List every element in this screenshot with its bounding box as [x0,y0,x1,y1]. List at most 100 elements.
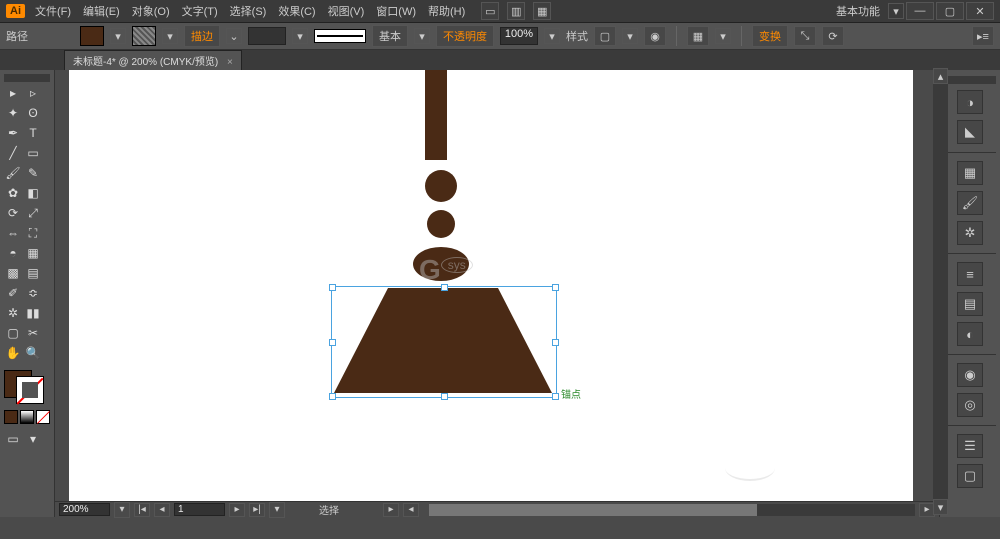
handle-bot-right[interactable] [552,393,559,400]
close-tab-icon[interactable]: × [227,57,233,68]
free-transform-tool-icon[interactable]: ⛶ [24,224,42,242]
handle-mid-left[interactable] [329,339,336,346]
next-artboard-icon[interactable]: ▸ [229,503,245,517]
style-dd-icon[interactable]: ▾ [622,28,638,44]
shape-circle-1[interactable] [425,170,457,202]
arrange-icon[interactable]: ▥ [507,2,525,20]
align-icon[interactable]: ▦ [687,26,709,46]
handle-bot-left[interactable] [329,393,336,400]
fill-swatch[interactable] [80,26,104,46]
graph-tool-icon[interactable]: ▮▮ [24,304,42,322]
last-artboard-icon[interactable]: ▸| [249,503,265,517]
stroke-label[interactable]: 描边 [184,25,220,47]
stroke-panel-icon[interactable]: ≡ [957,262,983,286]
stroke-dropdown-icon[interactable]: ▾ [162,28,178,44]
recolor-icon[interactable]: ◉ [644,26,666,46]
shape-builder-tool-icon[interactable]: ◓ [4,244,22,262]
paintbrush-tool-icon[interactable]: 🖌 [4,164,22,182]
blob-brush-tool-icon[interactable]: ✿ [4,184,22,202]
width-tool-icon[interactable]: ⇔ [4,224,22,242]
change-screen-icon[interactable]: ▾ [24,430,42,448]
appearance-panel-icon[interactable]: ◉ [957,363,983,387]
eyedropper-tool-icon[interactable]: ✐ [4,284,22,302]
handle-top-right[interactable] [552,284,559,291]
transform-icon-1[interactable]: ⤡ [794,26,816,46]
handle-bot-mid[interactable] [441,393,448,400]
handle-top-mid[interactable] [441,284,448,291]
stroke-weight-icon[interactable]: ⌄ [226,28,242,44]
panel-menu-icon[interactable]: ▸≡ [972,26,994,46]
canvas[interactable]: 锚点 Gsys [55,70,939,501]
hscroll-left-icon[interactable]: ◂ [403,503,419,517]
workspace-dropdown-icon[interactable]: ▾ [888,3,904,19]
hscroll-track[interactable] [429,504,915,516]
stroke-weight-input[interactable] [248,27,286,45]
menu-view[interactable]: 视图(V) [328,3,365,19]
brush-dd-icon[interactable]: ▾ [414,28,430,44]
shape-circle-2[interactable] [427,210,455,238]
gradient-panel-icon[interactable]: ▤ [957,292,983,316]
prev-artboard-icon[interactable]: ◂ [154,503,170,517]
hscroll-thumb[interactable] [429,504,757,516]
eraser-tool-icon[interactable]: ◧ [24,184,42,202]
menu-help[interactable]: 帮助(H) [428,3,465,19]
color-panel-icon[interactable]: ◑ [957,90,983,114]
zoom-dd-icon[interactable]: ▾ [114,502,130,518]
perspective-tool-icon[interactable]: ▦ [24,244,42,262]
artboard-tool-icon[interactable]: ▢ [4,324,22,342]
opacity-label[interactable]: 不透明度 [436,25,494,47]
swatches-panel-icon[interactable]: ▦ [957,161,983,185]
stroke-weight-stepper-icon[interactable]: ▾ [292,28,308,44]
menu-window[interactable]: 窗口(W) [376,3,416,19]
stroke-profile-preview[interactable] [314,29,366,43]
menu-file[interactable]: 文件(F) [35,3,71,19]
pencil-tool-icon[interactable]: ✎ [24,164,42,182]
line-tool-icon[interactable]: ╱ [4,144,22,162]
stroke-swatch[interactable] [132,26,156,46]
fill-dropdown-icon[interactable]: ▾ [110,28,126,44]
blend-tool-icon[interactable]: ≎ [24,284,42,302]
layout-icon[interactable]: ▭ [481,2,499,20]
vscroll-down-icon[interactable]: ▾ [933,499,948,515]
menu-object[interactable]: 对象(O) [132,3,170,19]
screen-mode-icon[interactable]: ▭ [4,430,22,448]
menu-type[interactable]: 文字(T) [182,3,218,19]
status-dd-icon[interactable]: ▸ [383,503,399,517]
maximize-button[interactable]: ▢ [936,2,964,20]
shape-rectangle[interactable] [425,70,447,160]
align-dd-icon[interactable]: ▾ [715,28,731,44]
graphic-styles-panel-icon[interactable]: ◎ [957,393,983,417]
graphic-style-swatch[interactable]: ▢ [594,26,616,46]
artboard-number-input[interactable]: 1 [174,503,225,516]
close-button[interactable]: ✕ [966,2,994,20]
hand-tool-icon[interactable]: ✋ [4,344,22,362]
vscroll-track[interactable] [933,84,948,499]
mesh-tool-icon[interactable]: ▩ [4,264,22,282]
minimize-button[interactable]: — [906,2,934,20]
layers-panel-icon[interactable]: ☰ [957,434,983,458]
type-tool-icon[interactable]: T [24,124,42,142]
symbols-panel-icon[interactable]: ✲ [957,221,983,245]
first-artboard-icon[interactable]: |◂ [134,503,150,517]
artboards-panel-icon[interactable]: ▢ [957,464,983,488]
rotate-tool-icon[interactable]: ⟳ [4,204,22,222]
scale-tool-icon[interactable]: ⤢ [24,204,42,222]
handle-top-left[interactable] [329,284,336,291]
direct-selection-tool-icon[interactable]: ▹ [24,84,42,102]
shape-ellipse[interactable] [413,247,469,281]
magic-wand-tool-icon[interactable]: ✦ [4,104,22,122]
opacity-dd-icon[interactable]: ▾ [544,28,560,44]
zoom-input[interactable]: 200% [59,503,110,516]
rectangle-tool-icon[interactable]: ▭ [24,144,42,162]
zoom-tool-icon[interactable]: 🔍 [24,344,42,362]
pen-tool-icon[interactable]: ✒ [4,124,22,142]
transparency-panel-icon[interactable]: ◐ [957,322,983,346]
opacity-input[interactable]: 100% [500,27,538,45]
artboard[interactable]: 锚点 Gsys [69,70,913,501]
lasso-tool-icon[interactable]: ʘ [24,104,42,122]
color-mode-row[interactable] [4,410,50,424]
brushes-panel-icon[interactable]: 🖌 [957,191,983,215]
stroke-profile-dd[interactable]: 基本 [372,25,408,47]
symbol-sprayer-tool-icon[interactable]: ✲ [4,304,22,322]
handle-mid-right[interactable] [552,339,559,346]
